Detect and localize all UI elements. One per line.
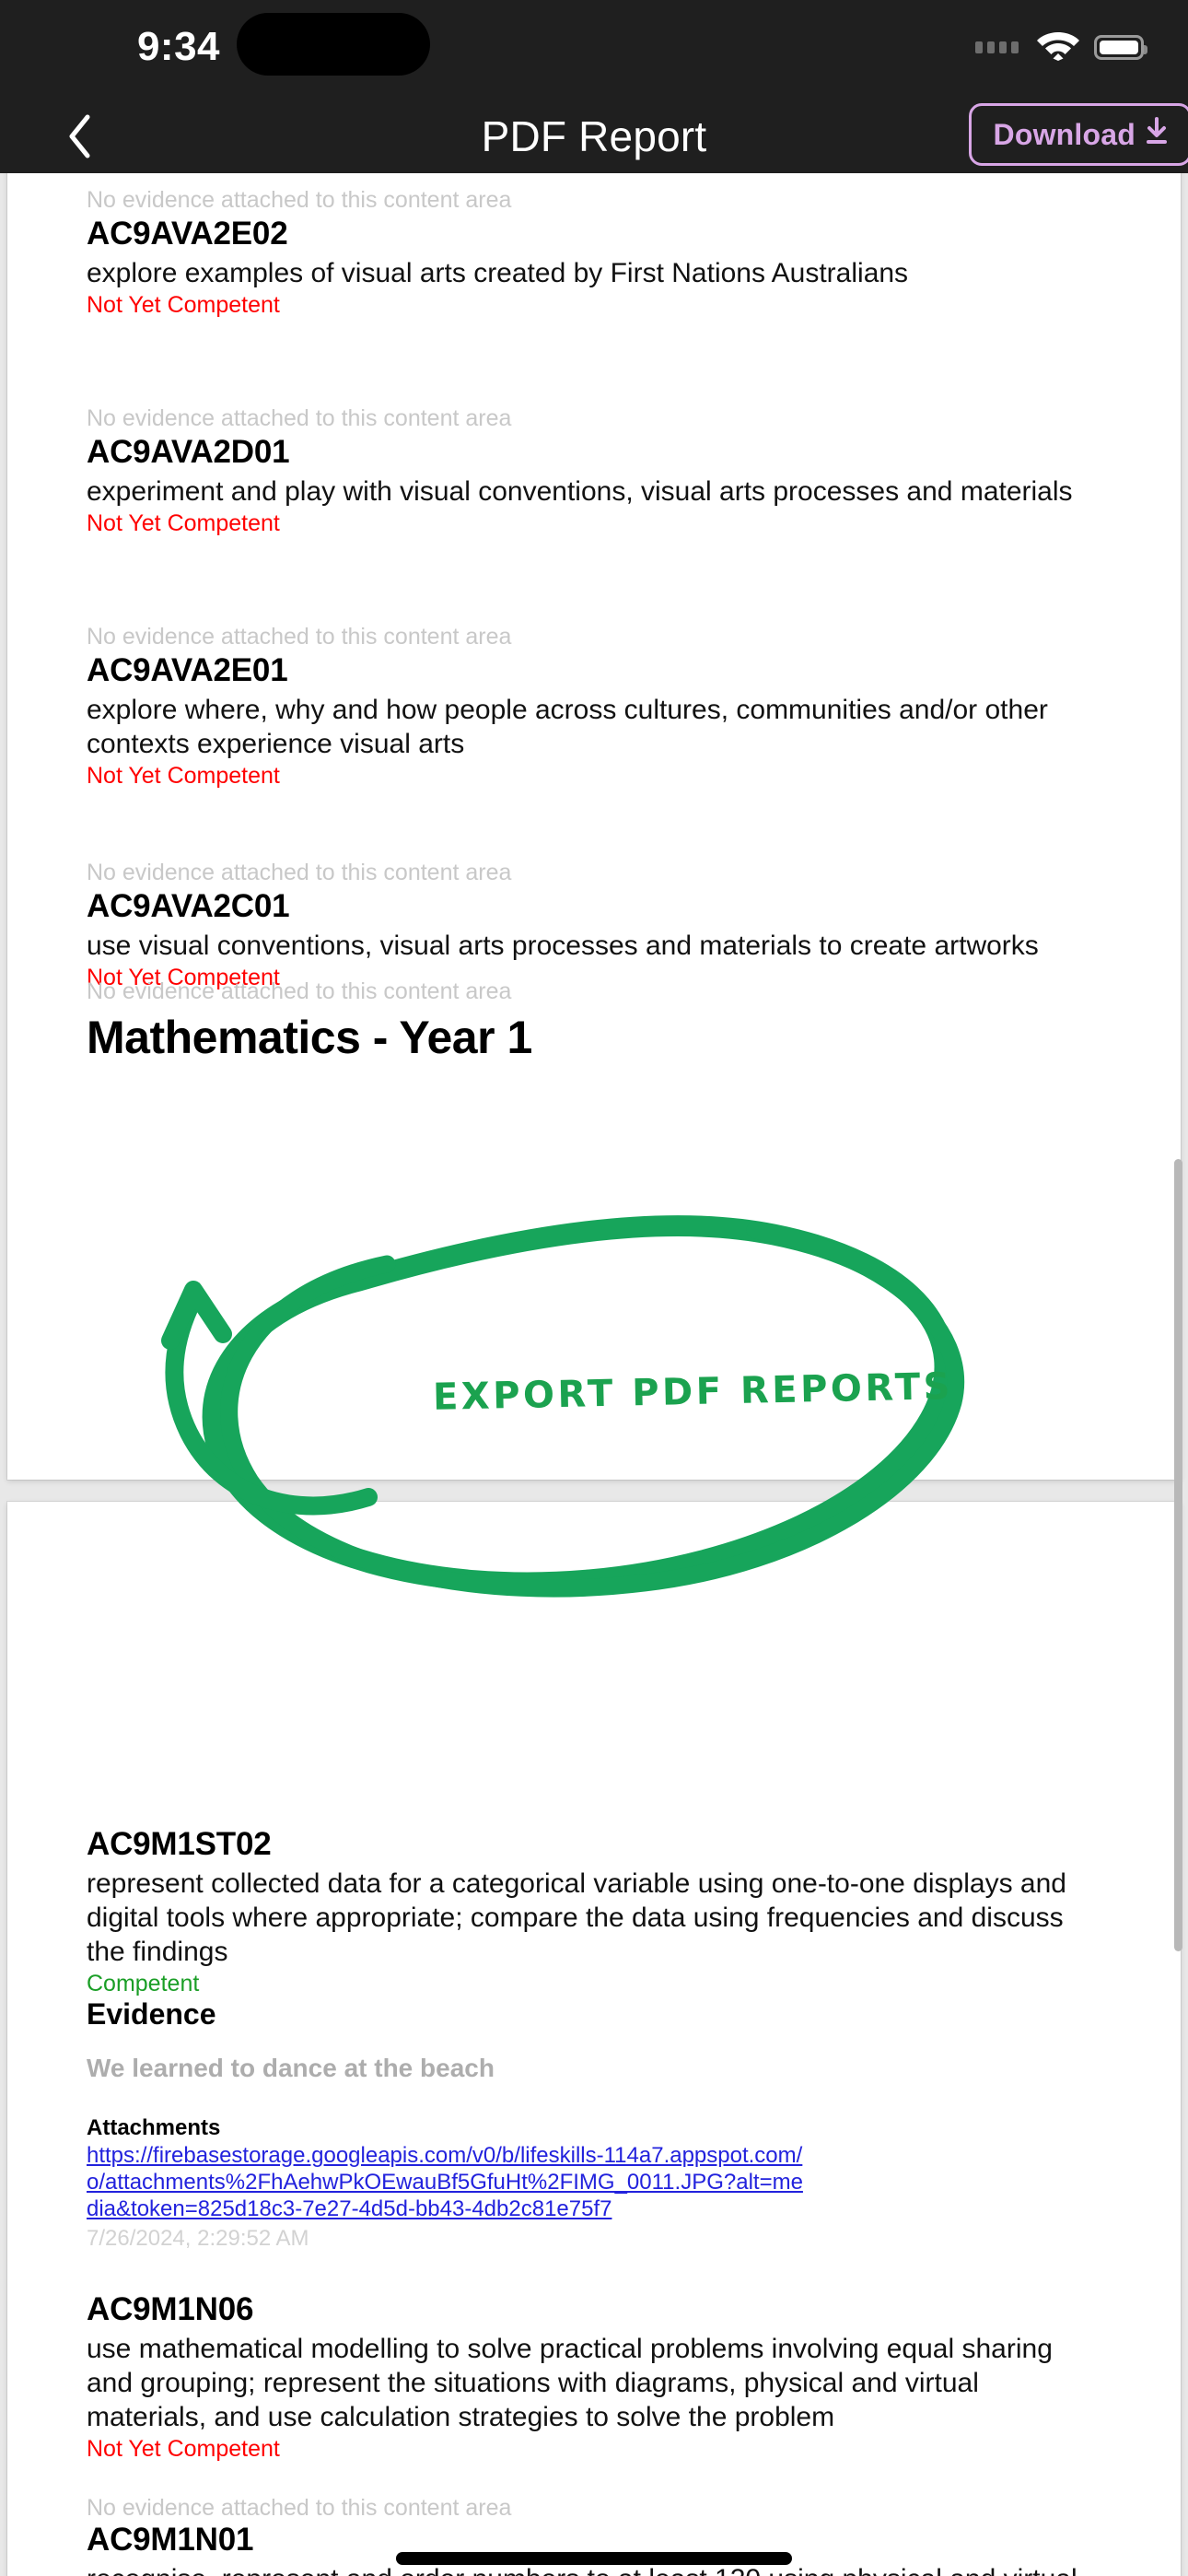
no-evidence-label: No evidence attached to this content are…: [87, 2495, 512, 2521]
cellular-dots-icon: [975, 41, 1019, 53]
outcome-item: AC9M1ST02 represent collected data for a…: [87, 1824, 1100, 1998]
app-header: PDF Report Download: [0, 100, 1188, 173]
subject-heading: Mathematics - Year 1: [87, 1012, 532, 1063]
no-evidence-label: No evidence attached to this content are…: [87, 978, 512, 1004]
attachment-link[interactable]: https://firebasestorage.googleapis.com/v…: [87, 2142, 805, 2222]
outcome-code: AC9AVA2E02: [87, 216, 288, 252]
attachments-section: Attachments https://firebasestorage.goog…: [87, 2114, 1100, 2253]
outcome-description: use visual conventions, visual arts proc…: [87, 931, 1039, 961]
outcome-code: AC9M1ST02: [87, 1826, 272, 1862]
dynamic-island: [237, 13, 430, 76]
outcome-item: AC9AVA2E01 explore where, why and how pe…: [87, 650, 1100, 790]
status-bar: 9:34: [0, 0, 1188, 100]
no-evidence-label: No evidence attached to this content are…: [87, 405, 512, 431]
home-indicator: [396, 2552, 792, 2565]
download-icon: [1145, 117, 1169, 152]
vertical-scrollbar[interactable]: [1174, 1159, 1182, 1951]
outcome-item: AC9M1N06 use mathematical modelling to s…: [87, 2289, 1100, 2464]
pdf-page-1: No evidence attached to this content are…: [7, 173, 1181, 1480]
status-badge: Not Yet Competent: [87, 2436, 280, 2462]
pdf-page-2: AC9M1ST02 represent collected data for a…: [7, 1502, 1181, 2576]
attachments-heading: Attachments: [87, 2115, 221, 2140]
outcome-code: AC9M1N06: [87, 2291, 254, 2327]
outcome-item: AC9AVA2D01 experiment and play with visu…: [87, 432, 1100, 538]
no-evidence-label: No evidence attached to this content are…: [87, 624, 512, 650]
outcome-code: AC9AVA2D01: [87, 434, 290, 470]
evidence-heading: Evidence: [87, 1997, 216, 2031]
outcome-item: AC9M1N01 recognise, represent and order …: [87, 2520, 1100, 2576]
outcome-description: experiment and play with visual conventi…: [87, 476, 1073, 507]
no-evidence-label: No evidence attached to this content are…: [87, 860, 512, 885]
outcome-description: explore examples of visual arts created …: [87, 258, 909, 288]
status-badge: Not Yet Competent: [87, 763, 280, 789]
phone-screen: No evidence attached to this content are…: [0, 0, 1188, 2576]
attachment-timestamp: 7/26/2024, 2:29:52 AM: [87, 2226, 309, 2251]
no-evidence-label: No evidence attached to this content are…: [87, 187, 512, 213]
evidence-note: We learned to dance at the beach: [87, 2054, 495, 2082]
download-button[interactable]: Download: [968, 103, 1188, 166]
outcome-description: represent collected data for a categoric…: [87, 1868, 1066, 1967]
outcome-code: AC9AVA2E01: [87, 652, 288, 688]
download-button-label: Download: [993, 117, 1136, 151]
status-badge: Not Yet Competent: [87, 510, 280, 536]
status-badge: Competent: [87, 1971, 200, 1996]
outcome-description: explore where, why and how people across…: [87, 695, 1048, 759]
status-badge: Not Yet Competent: [87, 292, 280, 318]
battery-icon: [1094, 34, 1147, 60]
status-bar-indicators: [975, 28, 1147, 66]
outcome-description: use mathematical modelling to solve prac…: [87, 2334, 1053, 2432]
wifi-icon: [1037, 29, 1079, 65]
outcome-item: AC9AVA2E02 explore examples of visual ar…: [87, 214, 1100, 320]
outcome-code: AC9AVA2C01: [87, 888, 290, 924]
pdf-scroll-view[interactable]: No evidence attached to this content are…: [0, 173, 1188, 2576]
